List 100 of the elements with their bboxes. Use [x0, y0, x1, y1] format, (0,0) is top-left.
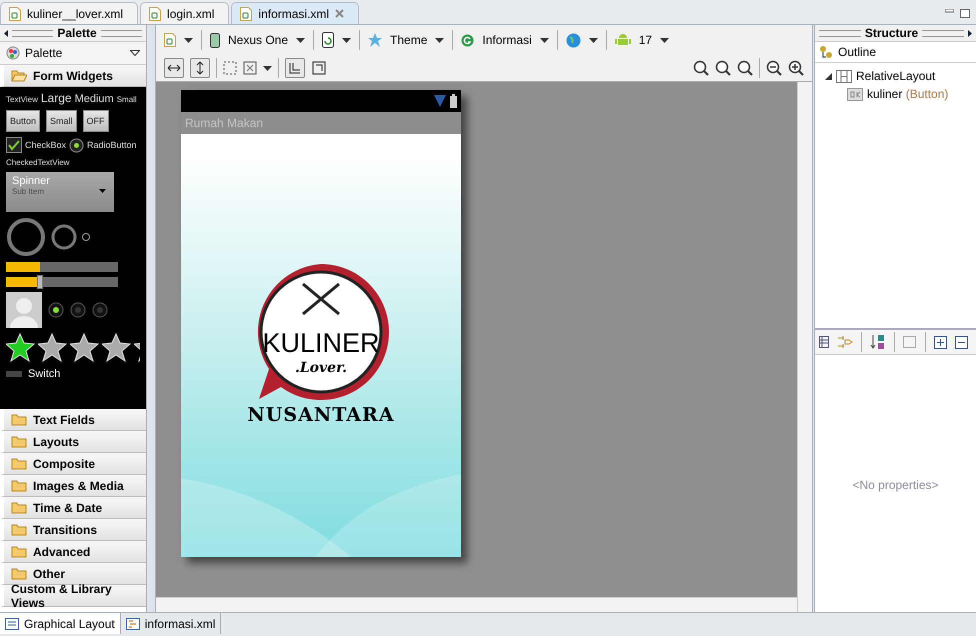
folder-icon — [11, 501, 27, 514]
filter-icon[interactable] — [837, 335, 853, 349]
radio-label: RadioButton — [87, 140, 137, 150]
fit-width-icon[interactable] — [164, 58, 184, 78]
outline-node[interactable]: kuliner (Button) — [847, 85, 966, 103]
palette-category[interactable]: Images & Media — [0, 475, 146, 497]
widget-button[interactable]: OFF — [82, 110, 109, 132]
caption-text: NUSANTARA — [247, 404, 395, 426]
folder-icon — [11, 479, 27, 492]
api-level-selector[interactable]: 17 — [638, 33, 652, 47]
zoom-fit-icon[interactable] — [693, 60, 709, 76]
widget-text[interactable]: Small — [116, 95, 137, 104]
switch-icon[interactable] — [6, 371, 22, 377]
phone-icon — [210, 32, 220, 48]
layout-view-icon — [5, 618, 19, 630]
palette-selector[interactable]: Palette — [0, 42, 146, 65]
palette-category[interactable]: Composite — [0, 453, 146, 475]
editor-tab[interactable]: login.xml — [140, 2, 230, 24]
view-title: Palette — [57, 26, 97, 40]
globe-icon[interactable] — [566, 32, 581, 48]
avatar-icon — [6, 292, 42, 328]
folder-icon — [11, 413, 27, 426]
radio-button[interactable] — [69, 138, 84, 152]
radio-button[interactable] — [48, 302, 64, 318]
zoom-out-icon[interactable] — [766, 60, 782, 76]
radio-button[interactable] — [70, 302, 86, 318]
dropdown-caret-icon[interactable] — [660, 38, 670, 42]
rotate-icon[interactable] — [322, 32, 334, 48]
collapse-all-icon[interactable] — [955, 336, 968, 348]
expand-all-icon[interactable] — [934, 336, 947, 348]
table-icon[interactable] — [819, 336, 829, 348]
switch-label: Switch — [28, 368, 60, 380]
resize-icon[interactable] — [243, 61, 257, 75]
widget-text[interactable]: TextView — [6, 95, 38, 104]
zoom-in-icon[interactable] — [788, 60, 804, 76]
checkbox[interactable] — [6, 137, 22, 153]
theme-selector[interactable]: Theme — [390, 33, 428, 47]
widget-button[interactable]: Button — [6, 110, 40, 132]
empty-properties-text: <No properties> — [852, 478, 939, 492]
folder-icon — [11, 457, 27, 470]
editor-mode-tab[interactable]: informasi.xml — [120, 613, 222, 634]
widget-text[interactable]: Large — [40, 91, 72, 105]
collapse-arrow-icon[interactable] — [4, 30, 8, 36]
file-icon — [240, 6, 252, 20]
checkbox-label: CheckBox — [25, 140, 66, 150]
folder-icon — [11, 567, 27, 580]
palette-category[interactable]: Text Fields — [0, 409, 146, 431]
layout-icon[interactable] — [311, 60, 327, 76]
zoom-real-icon[interactable] — [715, 60, 731, 76]
file-icon — [149, 6, 162, 20]
editor-mode-tab[interactable]: Graphical Layout — [0, 613, 121, 634]
folder-icon — [11, 523, 27, 536]
palette-category[interactable]: Form Widgets — [0, 65, 146, 87]
widget-text[interactable]: Medium — [74, 93, 114, 105]
device-selector[interactable]: Nexus One — [228, 33, 288, 47]
palette-category[interactable]: Time & Date — [0, 497, 146, 519]
view-title: Structure — [864, 26, 918, 40]
dropdown-caret-icon[interactable] — [184, 38, 193, 42]
widget-text[interactable]: CheckedTextView — [6, 158, 140, 167]
file-icon — [9, 6, 21, 20]
node-label: kuliner (Button) — [867, 87, 948, 101]
open-folder-icon — [11, 69, 27, 82]
minimize-icon[interactable] — [945, 9, 954, 13]
outline-label: Outline — [838, 45, 876, 59]
palette-category[interactable]: Layouts — [0, 431, 146, 453]
radio-button[interactable] — [92, 302, 108, 318]
palette-category[interactable]: Custom & Library Views — [0, 585, 146, 607]
palette-category[interactable]: Other — [0, 563, 146, 585]
outline-node[interactable]: RelativeLayout — [825, 67, 966, 85]
fit-height-icon[interactable] — [190, 58, 210, 78]
activity-icon — [461, 34, 474, 46]
dropdown-caret-icon[interactable] — [296, 38, 306, 42]
folder-icon — [11, 435, 27, 448]
palette-category[interactable]: Transitions — [0, 519, 146, 541]
seek-bar[interactable] — [6, 277, 118, 287]
dropdown-caret-icon[interactable] — [342, 38, 352, 42]
outline-icon — [819, 45, 833, 59]
sort-icon[interactable] — [870, 334, 886, 350]
editor-tab[interactable]: kuliner__lover.xml — [0, 2, 138, 24]
folder-icon — [11, 545, 27, 558]
dropdown-caret-icon[interactable] — [130, 50, 140, 56]
widget-button[interactable]: Small — [46, 110, 77, 132]
palette-icon — [6, 46, 20, 60]
layout-icon[interactable] — [285, 58, 305, 78]
dropdown-caret-icon[interactable] — [588, 38, 598, 42]
file-icon — [164, 33, 176, 47]
expand-triangle-icon[interactable] — [825, 72, 832, 80]
zoom-reset-icon[interactable] — [737, 60, 753, 76]
editor-tab[interactable]: informasi.xml — [231, 2, 360, 24]
palette-category[interactable]: Advanced — [0, 541, 146, 563]
margins-icon[interactable] — [223, 61, 237, 75]
dropdown-caret-icon[interactable] — [540, 38, 549, 42]
close-icon[interactable] — [335, 9, 344, 18]
dropdown-caret-icon[interactable] — [435, 38, 444, 42]
rating-bar[interactable] — [6, 333, 140, 363]
dropdown-caret-icon[interactable] — [263, 66, 272, 70]
maximize-icon[interactable] — [960, 9, 970, 18]
expand-arrow-icon[interactable] — [968, 30, 972, 36]
activity-selector[interactable]: Informasi — [482, 33, 532, 47]
star-icon — [368, 33, 382, 47]
